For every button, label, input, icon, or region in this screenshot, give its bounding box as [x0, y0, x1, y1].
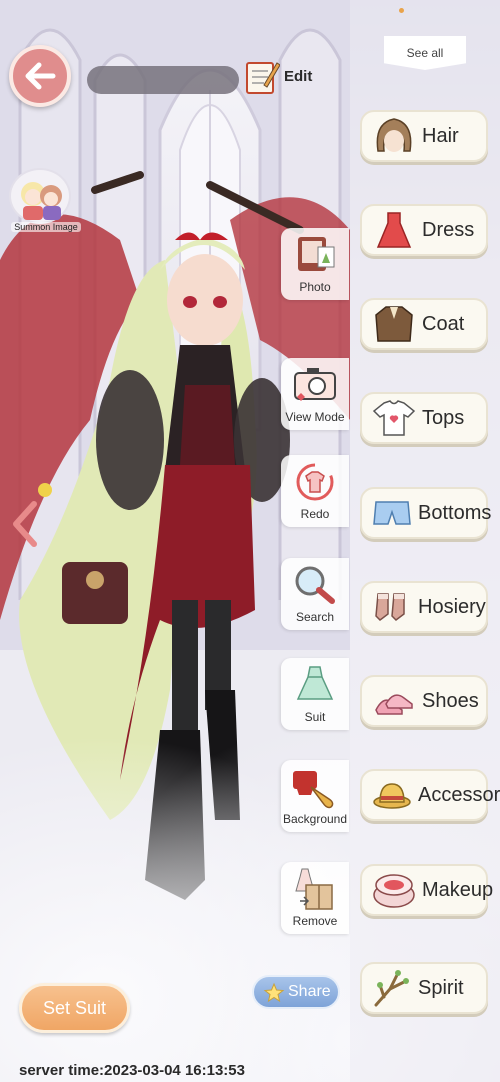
search-label: Search: [295, 610, 335, 624]
photo-album-icon: [298, 237, 335, 271]
category-panel: [350, 0, 500, 1082]
category-accessory[interactable]: Accessory: [360, 769, 500, 821]
photo-button[interactable]: Photo: [281, 228, 349, 300]
camera-icon: [294, 368, 336, 401]
magnifier-icon: [295, 566, 335, 604]
server-time: server time:2023-03-04 16:13:53: [19, 1062, 245, 1079]
edit-label: Edit: [284, 67, 313, 85]
summon-image-label: Summon Image: [11, 222, 81, 232]
back-button[interactable]: [9, 45, 71, 107]
suit-label: Suit: [304, 710, 326, 724]
photo-label: Photo: [299, 280, 331, 294]
category-hosiery-label: Hosiery: [418, 595, 486, 618]
dress-suit-icon: [296, 666, 334, 700]
remove-label: Remove: [292, 914, 338, 928]
category-accessory-label: Accessory: [418, 783, 500, 806]
category-tops-label: Tops: [422, 406, 465, 429]
socks-icon: [375, 593, 405, 621]
outfit-name-field[interactable]: [87, 66, 239, 94]
category-makeup-label: Makeup: [422, 878, 494, 901]
suit-button[interactable]: Suit: [281, 658, 349, 730]
view-mode-button[interactable]: View Mode: [281, 358, 349, 430]
redo-button[interactable]: Redo: [281, 455, 349, 527]
chibi-avatar-icon: [21, 182, 62, 220]
category-coat[interactable]: Coat: [360, 298, 488, 350]
compact-icon: [373, 874, 415, 908]
category-dress-label: Dress: [422, 218, 475, 241]
search-button[interactable]: Search: [281, 558, 349, 630]
category-shoes[interactable]: Shoes: [360, 675, 488, 727]
edit-button[interactable]: Edit: [244, 56, 312, 96]
category-spirit-label: Spirit: [418, 976, 464, 999]
coat-icon: [375, 306, 413, 342]
category-makeup[interactable]: Makeup: [360, 864, 493, 916]
category-hair[interactable]: Hair: [360, 110, 488, 162]
notification-dot: [399, 8, 404, 13]
star-wand-icon: [263, 982, 285, 1003]
category-coat-label: Coat: [422, 312, 465, 335]
category-hair-label: Hair: [422, 124, 459, 147]
category-tops[interactable]: Tops: [360, 392, 488, 444]
category-bottoms[interactable]: Bottoms: [360, 487, 492, 539]
view-mode-label: View Mode: [285, 410, 345, 424]
share-label: Share: [288, 983, 331, 1000]
heels-icon: [375, 694, 413, 715]
redo-label: Redo: [300, 507, 330, 521]
redo-shirt-icon: [296, 463, 334, 501]
set-suit-button[interactable]: Set Suit: [19, 983, 130, 1033]
notepad-pencil-icon: [246, 62, 280, 94]
remove-button[interactable]: Remove: [281, 862, 349, 934]
dress-icon: [376, 212, 412, 248]
category-shoes-label: Shoes: [422, 689, 479, 712]
category-spirit[interactable]: Spirit: [360, 962, 488, 1014]
shorts-icon: [373, 501, 411, 525]
summon-avatar: [9, 168, 71, 224]
category-dress[interactable]: Dress: [360, 204, 488, 256]
see-all-button[interactable]: See all: [384, 36, 466, 70]
hair-icon: [376, 118, 412, 152]
paint-brush-icon: [293, 771, 334, 809]
hat-icon: [373, 783, 411, 809]
summon-image-button[interactable]: Summon Image: [9, 168, 81, 238]
branch-icon: [374, 970, 409, 1007]
category-hosiery[interactable]: Hosiery: [360, 581, 488, 633]
tshirt-icon: [372, 400, 416, 436]
back-arrow-icon: [25, 62, 56, 90]
category-bottoms-label: Bottoms: [418, 501, 492, 524]
share-button[interactable]: Share: [252, 975, 340, 1009]
background-button[interactable]: Background: [281, 760, 349, 832]
box-remove-icon: [295, 868, 333, 910]
background-label: Background: [282, 812, 348, 826]
previous-arrow-icon[interactable]: [10, 500, 38, 548]
